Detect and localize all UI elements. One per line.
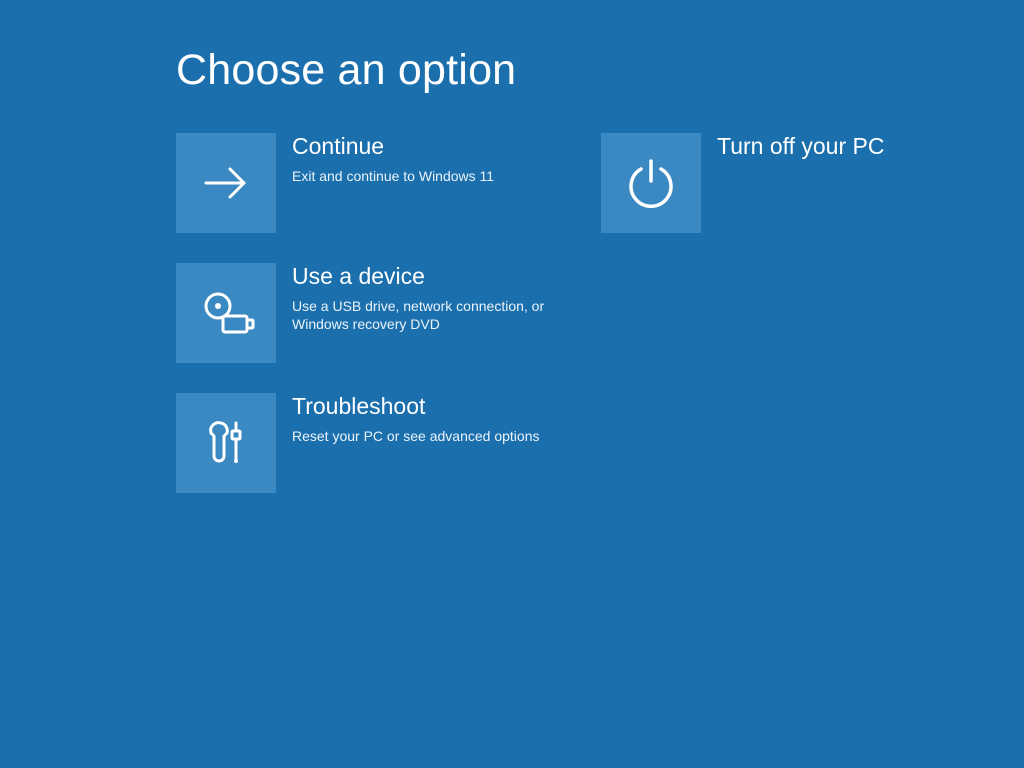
option-troubleshoot-text: Troubleshoot Reset your PC or see advanc… [292,393,539,445]
option-use-device[interactable]: Use a device Use a USB drive, network co… [176,263,571,363]
option-desc: Reset your PC or see advanced options [292,427,539,446]
option-turn-off-text: Turn off your PC [717,133,884,167]
option-title: Turn off your PC [717,133,884,161]
option-turn-off[interactable]: Turn off your PC [601,133,996,233]
right-column: Turn off your PC [601,133,996,523]
option-title: Use a device [292,263,562,291]
tools-icon [176,393,276,493]
option-continue[interactable]: Continue Exit and continue to Windows 11 [176,133,571,233]
option-desc: Use a USB drive, network connection, or … [292,297,562,335]
option-columns: Continue Exit and continue to Windows 11… [176,133,1024,523]
option-troubleshoot[interactable]: Troubleshoot Reset your PC or see advanc… [176,393,571,493]
power-icon [601,133,701,233]
option-title: Troubleshoot [292,393,539,421]
winre-choose-option-screen: Choose an option Continue Exit and conti… [0,0,1024,768]
arrow-right-icon [176,133,276,233]
usb-device-icon [176,263,276,363]
option-use-device-text: Use a device Use a USB drive, network co… [292,263,562,334]
left-column: Continue Exit and continue to Windows 11… [176,133,571,523]
option-desc: Exit and continue to Windows 11 [292,167,494,186]
option-continue-text: Continue Exit and continue to Windows 11 [292,133,494,185]
page-title: Choose an option [176,46,1024,95]
option-title: Continue [292,133,494,161]
